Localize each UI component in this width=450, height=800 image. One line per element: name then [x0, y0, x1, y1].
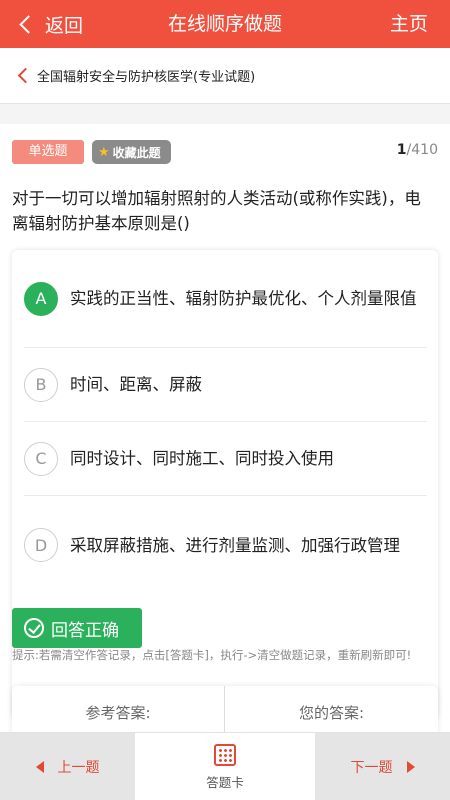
option-letter: A — [24, 281, 58, 316]
total-count: /410 — [406, 142, 438, 158]
subject-bar[interactable]: 全国辐射安全与防护核医学(专业试题) — [0, 48, 450, 104]
triangle-left-icon — [35, 761, 44, 773]
chevron-left-icon — [17, 67, 34, 84]
subject-name: 全国辐射安全与防护核医学(专业试题) — [37, 70, 256, 85]
prev-label: 上一题 — [57, 760, 100, 776]
home-button[interactable]: 主页 — [390, 0, 428, 48]
grid-icon — [214, 743, 236, 766]
check-circle-icon — [24, 618, 44, 638]
option-a[interactable]: A 实践的正当性、辐射防护最优化、个人剂量限值 — [24, 250, 427, 348]
next-question-button[interactable]: 下一题 — [315, 733, 450, 800]
prev-question-button[interactable]: 上一题 — [0, 733, 135, 800]
result-badge: 回答正确 — [12, 608, 142, 648]
page-title: 在线顺序做题 — [167, 13, 282, 35]
star-icon: ★ — [98, 144, 110, 160]
next-label: 下一题 — [350, 760, 393, 776]
option-text: 实践的正当性、辐射防护最优化、个人剂量限值 — [70, 289, 417, 308]
option-c[interactable]: C 同时设计、同时施工、同时投入使用 — [24, 422, 427, 496]
triangle-right-icon — [406, 761, 415, 773]
answer-card-label: 答题卡 — [206, 774, 244, 790]
option-b[interactable]: B 时间、距离、屏蔽 — [24, 348, 427, 422]
option-letter: B — [24, 367, 58, 402]
question-counter: 1/410 — [397, 142, 438, 158]
option-letter: D — [24, 528, 58, 562]
answer-card-button[interactable]: 答题卡 — [135, 733, 315, 800]
top-header: 返回 在线顺序做题 主页 — [0, 0, 450, 48]
bottom-bar: 上一题 答题卡 下一题 — [0, 732, 450, 800]
question-type-tag: 单选题 — [12, 140, 84, 164]
option-text: 采取屏蔽措施、进行剂量监测、加强行政管理 — [70, 535, 400, 555]
question-card: 单选题 ★ 收藏此题 1/410 对于一切可以增加辐射照射的人类活动(或称作实践… — [0, 124, 450, 746]
favorite-label: 收藏此题 — [112, 145, 161, 160]
current-index: 1 — [396, 142, 407, 158]
option-text: 同时设计、同时施工、同时投入使用 — [70, 449, 334, 468]
option-letter: C — [24, 441, 58, 476]
result-label: 回答正确 — [51, 620, 119, 641]
option-text: 时间、距离、屏蔽 — [70, 375, 202, 394]
option-d[interactable]: D 采取屏蔽措施、进行剂量监测、加强行政管理 — [24, 496, 427, 594]
question-text: 对于一切可以增加辐射照射的人类活动(或称作实践)，电离辐射防护基本原则是() — [12, 189, 421, 233]
hint-text: 提示:若需清空作答记录，点击[答题卡]，执行->清空做题记录，重新刷新即可! — [12, 648, 412, 662]
favorite-button[interactable]: ★ 收藏此题 — [92, 140, 171, 164]
